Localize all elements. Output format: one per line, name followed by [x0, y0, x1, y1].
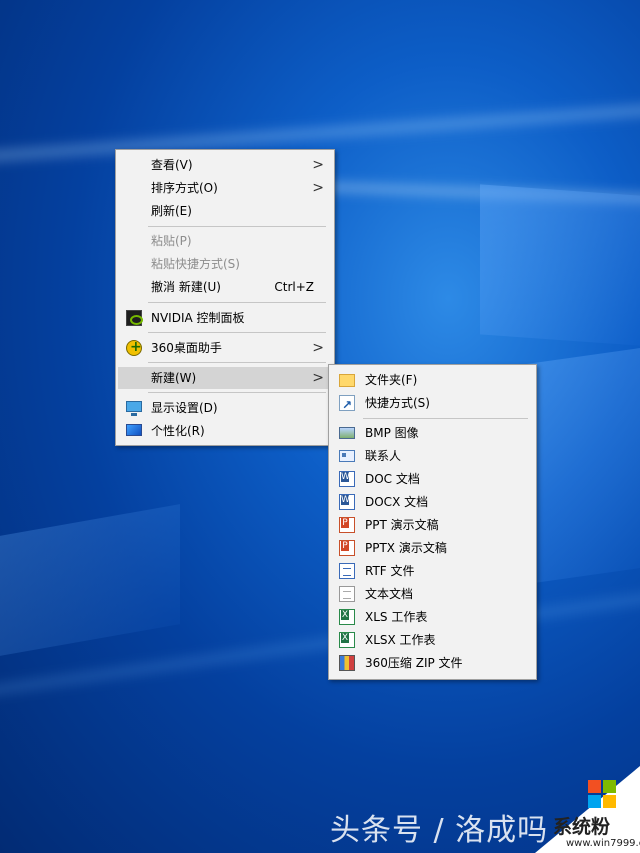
- text-document-icon: [339, 586, 355, 602]
- window-pane-graphic: [0, 504, 180, 656]
- docx-icon: [339, 494, 355, 510]
- menu-item-undo-new[interactable]: 撤消 新建(U) Ctrl+Z: [118, 276, 332, 298]
- menu-separator: [148, 332, 326, 333]
- menu-item-label: 查看(V): [151, 158, 193, 172]
- desktop-context-menu: 查看(V) > 排序方式(O) > 刷新(E) 粘贴(P) 粘贴快捷方式(S) …: [115, 149, 335, 446]
- menu-item-label: DOC 文档: [365, 472, 420, 486]
- ppt-icon: [339, 517, 355, 533]
- menu-item-label: RTF 文件: [365, 564, 415, 578]
- menu-separator: [148, 226, 326, 227]
- menu-item-label: NVIDIA 控制面板: [151, 311, 245, 325]
- menu-item-label: BMP 图像: [365, 426, 419, 440]
- chevron-right-icon: >: [312, 340, 324, 356]
- menu-item-label: 360桌面助手: [151, 341, 222, 355]
- chevron-right-icon: >: [312, 370, 324, 386]
- submenu-item-folder[interactable]: 文件夹(F): [331, 369, 534, 391]
- submenu-item-xls[interactable]: XLS 工作表: [331, 606, 534, 628]
- menu-item-label: 显示设置(D): [151, 401, 218, 415]
- rtf-icon: [339, 563, 355, 579]
- bmp-image-icon: [339, 427, 355, 439]
- menu-item-refresh[interactable]: 刷新(E): [118, 200, 332, 222]
- menu-item-label: PPTX 演示文稿: [365, 541, 447, 555]
- submenu-item-docx[interactable]: DOCX 文档: [331, 491, 534, 513]
- display-settings-icon: [126, 401, 142, 416]
- menu-item-label: 新建(W): [151, 371, 197, 385]
- menu-item-label: 快捷方式(S): [365, 396, 430, 410]
- chevron-right-icon: >: [312, 180, 324, 196]
- menu-separator: [363, 418, 528, 419]
- menu-separator: [148, 362, 326, 363]
- menu-item-360-desktop-assistant[interactable]: 360桌面助手 >: [118, 336, 332, 359]
- menu-item-view[interactable]: 查看(V) >: [118, 154, 332, 176]
- site-logo-name: 系统粉: [553, 816, 611, 838]
- menu-item-label: PPT 演示文稿: [365, 518, 439, 532]
- submenu-item-shortcut[interactable]: 快捷方式(S): [331, 392, 534, 416]
- chevron-right-icon: >: [312, 157, 324, 173]
- menu-item-label: 撤消 新建(U): [151, 280, 221, 294]
- menu-item-label: 联系人: [365, 449, 402, 463]
- pptx-icon: [339, 540, 355, 556]
- folder-icon: [339, 374, 355, 387]
- menu-item-label: 360压缩 ZIP 文件: [365, 656, 463, 670]
- menu-separator: [148, 302, 326, 303]
- zip-archive-icon: [339, 655, 355, 671]
- menu-item-label: 文本文档: [365, 587, 414, 601]
- menu-separator: [148, 392, 326, 393]
- submenu-item-contact[interactable]: 联系人: [331, 445, 534, 467]
- menu-item-sort-by[interactable]: 排序方式(O) >: [118, 177, 332, 199]
- site-logo-url: www.win7999.com: [566, 838, 640, 849]
- menu-item-paste: 粘贴(P): [118, 230, 332, 252]
- contact-icon: [339, 450, 355, 462]
- menu-item-label: DOCX 文档: [365, 495, 429, 509]
- shortcut-icon: [339, 394, 355, 416]
- menu-item-label: 粘贴快捷方式(S): [151, 257, 240, 271]
- menu-item-label: 排序方式(O): [151, 181, 218, 195]
- submenu-item-doc[interactable]: DOC 文档: [331, 468, 534, 490]
- new-submenu: 文件夹(F) 快捷方式(S) BMP 图像 联系人 DOC 文档 DOCX 文档…: [328, 364, 537, 680]
- window-pane-graphic: [480, 184, 640, 346]
- menu-item-nvidia-control-panel[interactable]: NVIDIA 控制面板: [118, 307, 332, 329]
- 360-assistant-icon: [126, 336, 142, 358]
- submenu-item-text-document[interactable]: 文本文档: [331, 583, 534, 605]
- submenu-item-pptx[interactable]: PPTX 演示文稿: [331, 537, 534, 559]
- personalize-icon: [126, 424, 142, 436]
- doc-icon: [339, 471, 355, 487]
- xlsx-icon: [339, 632, 355, 648]
- nvidia-icon: [126, 310, 143, 326]
- submenu-item-ppt[interactable]: PPT 演示文稿: [331, 514, 534, 536]
- menu-item-label: 文件夹(F): [365, 373, 418, 387]
- menu-item-label: 粘贴(P): [151, 234, 192, 248]
- menu-item-paste-shortcut: 粘贴快捷方式(S): [118, 253, 332, 275]
- menu-item-label: XLSX 工作表: [365, 633, 436, 647]
- menu-item-label: 刷新(E): [151, 204, 192, 218]
- menu-item-personalize[interactable]: 个性化(R): [118, 420, 332, 442]
- menu-item-display-settings[interactable]: 显示设置(D): [118, 397, 332, 419]
- menu-item-label: 个性化(R): [151, 424, 205, 438]
- menu-item-label: XLS 工作表: [365, 610, 428, 624]
- toutiao-watermark: 头条号 / 洛成吗: [330, 813, 549, 848]
- windows-logo-icon: [588, 780, 616, 808]
- submenu-item-360-zip[interactable]: 360压缩 ZIP 文件: [331, 652, 534, 674]
- submenu-item-rtf[interactable]: RTF 文件: [331, 560, 534, 582]
- xls-icon: [339, 609, 355, 625]
- submenu-item-bmp-image[interactable]: BMP 图像: [331, 422, 534, 444]
- menu-item-new[interactable]: 新建(W) >: [118, 367, 332, 389]
- submenu-item-xlsx[interactable]: XLSX 工作表: [331, 629, 534, 651]
- shortcut-hint: Ctrl+Z: [274, 280, 314, 294]
